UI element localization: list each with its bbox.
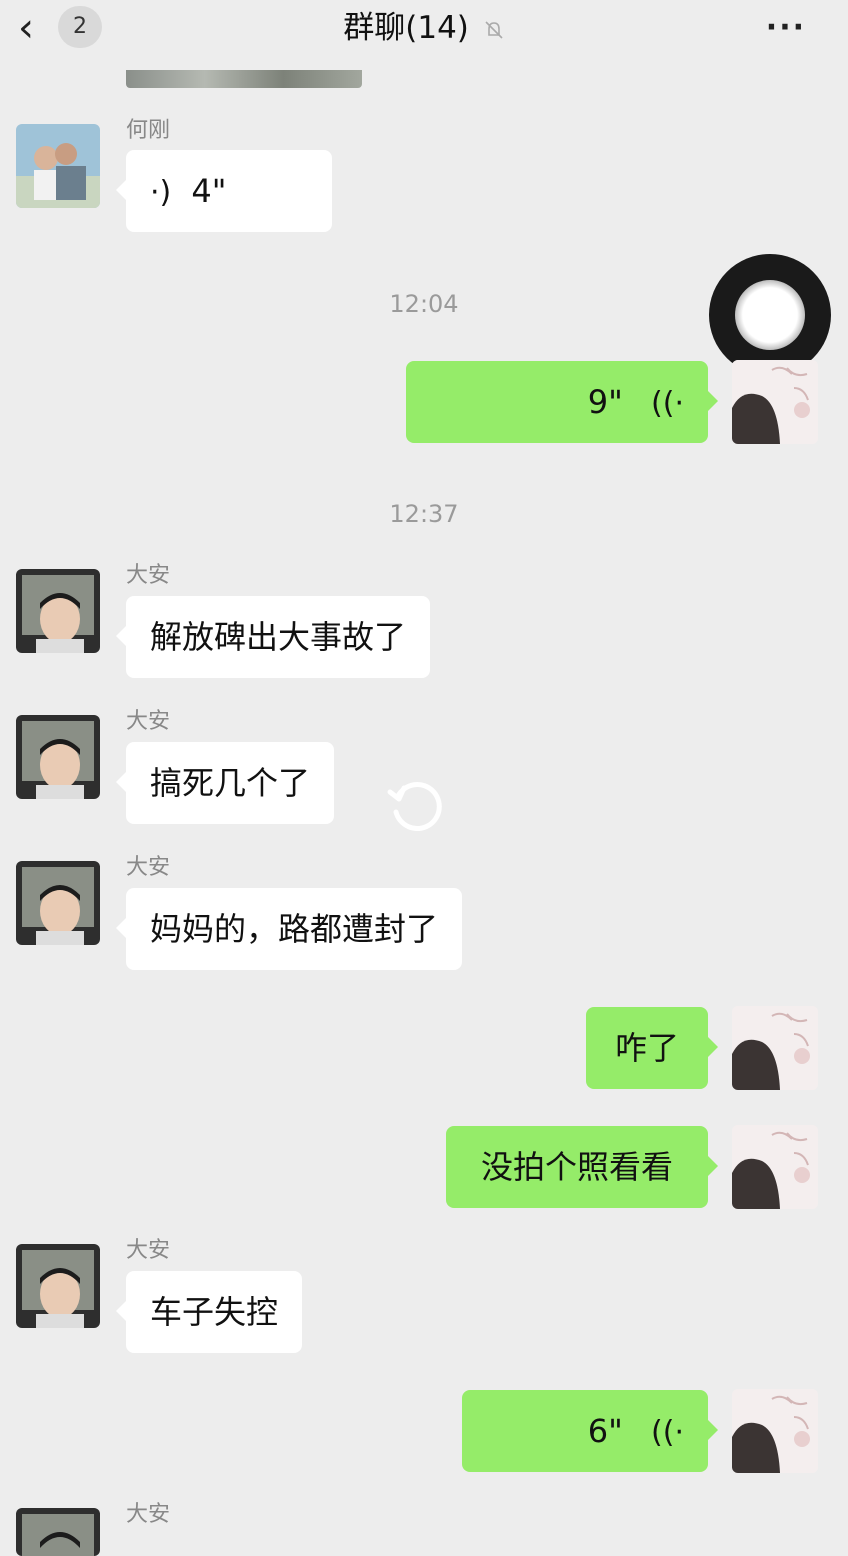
avatar[interactable] — [16, 569, 100, 653]
chat-header: ‹ 2 群聊(14) ··· — [0, 0, 848, 60]
text-message[interactable]: 搞死几个了 — [115, 742, 335, 824]
avatar-image — [16, 715, 100, 799]
sender-name: 大安 — [126, 1502, 171, 1527]
self-avatar[interactable] — [732, 360, 818, 444]
self-avatar-image — [732, 1125, 818, 1209]
voice-duration: 9" — [587, 383, 623, 421]
avatar-image — [16, 124, 100, 208]
self-avatar-image — [732, 360, 818, 444]
voice-icon: ((· — [651, 1415, 684, 1450]
text-message-self[interactable]: 没拍个照看看 — [446, 1126, 718, 1208]
sender-name: 大安 — [126, 709, 171, 734]
voice-message-self[interactable]: 9" ((· — [406, 361, 718, 443]
voice-icon: ·) — [150, 175, 172, 210]
self-avatar[interactable] — [732, 1006, 818, 1090]
avatar[interactable] — [16, 1244, 100, 1328]
avatar[interactable] — [16, 124, 100, 208]
record-icon[interactable] — [709, 254, 831, 376]
text-message[interactable]: 解放碑出大事故了 — [115, 596, 431, 678]
sender-name: 大安 — [126, 563, 171, 588]
avatar[interactable] — [16, 715, 100, 799]
refresh-icon — [387, 782, 442, 831]
avatar-image — [16, 569, 100, 653]
more-icon[interactable]: ··· — [766, 6, 806, 50]
voice-duration: 6" — [587, 1412, 623, 1450]
self-avatar-image — [732, 1389, 818, 1473]
voice-icon: ((· — [651, 386, 684, 421]
self-avatar[interactable] — [732, 1389, 818, 1473]
sender-name: 大安 — [126, 855, 171, 880]
self-avatar-image — [732, 1006, 818, 1090]
sender-name: 何刚 — [126, 118, 171, 143]
timestamp: 12:37 — [389, 500, 459, 528]
voice-message-self[interactable]: 6" ((· — [462, 1390, 718, 1472]
chat-title: 群聊(14) — [0, 6, 848, 50]
avatar[interactable] — [16, 1508, 100, 1556]
text-message[interactable]: 妈妈的，路都遭封了 — [115, 888, 463, 970]
mute-icon — [485, 20, 503, 39]
avatar-image — [16, 1508, 100, 1556]
avatar-image — [16, 861, 100, 945]
sender-name: 大安 — [126, 1238, 171, 1263]
chat-title-text: 群聊(14) — [343, 10, 469, 46]
text-message[interactable]: 车子失控 — [115, 1271, 303, 1353]
self-avatar[interactable] — [732, 1125, 818, 1209]
avatar[interactable] — [16, 861, 100, 945]
text-message-self[interactable]: 咋了 — [586, 1007, 718, 1089]
avatar-image — [16, 1244, 100, 1328]
voice-message[interactable]: ·) 4" — [116, 150, 332, 232]
voice-duration: 4" — [191, 172, 227, 210]
previous-image-message[interactable] — [126, 70, 362, 88]
